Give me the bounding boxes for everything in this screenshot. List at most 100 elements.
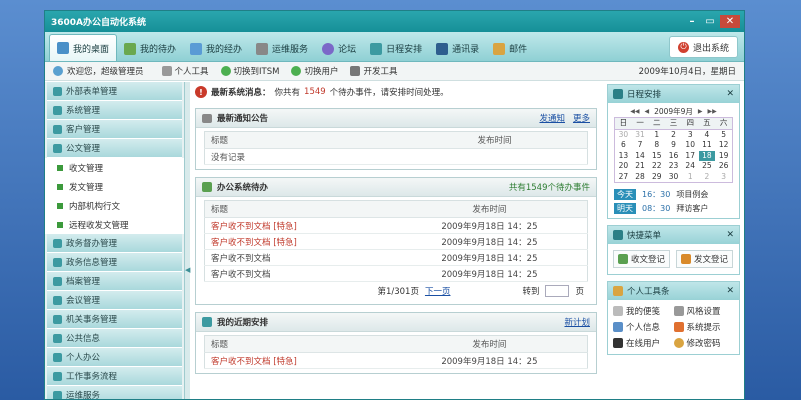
switch-itsm-link[interactable]: 切换到ITSM xyxy=(220,65,279,77)
calendar-day[interactable]: 17 xyxy=(682,151,699,162)
close-button[interactable]: ✕ xyxy=(720,15,740,28)
calendar-day[interactable]: 10 xyxy=(682,140,699,151)
calendar-day[interactable]: 14 xyxy=(632,151,649,162)
sidebar-subitem[interactable]: 发文管理 xyxy=(45,177,184,196)
calendar-day[interactable]: 23 xyxy=(665,161,682,172)
sidebar-item[interactable]: 会议管理 xyxy=(47,291,182,310)
system-tips-link[interactable]: 系统提示 xyxy=(673,321,735,333)
more-link[interactable]: 更多 xyxy=(573,112,590,124)
logout-button[interactable]: ⏻ 退出系统 xyxy=(668,36,738,58)
calendar-day[interactable]: 16 xyxy=(665,151,682,162)
switch-user-link[interactable]: 切换用户 xyxy=(291,65,338,77)
calendar-day[interactable]: 1 xyxy=(682,172,699,183)
table-row[interactable]: 客户收不到文档 2009年9月18日 14：25 xyxy=(204,249,588,266)
table-row[interactable]: 客户收不到文档 2009年9月18日 14：25 xyxy=(204,265,588,282)
sidebar-item[interactable]: 运维服务 xyxy=(47,386,182,399)
calendar-day[interactable]: 2 xyxy=(665,130,682,141)
close-icon[interactable]: ✕ xyxy=(726,89,734,99)
sidebar-item[interactable]: 政务督办管理 xyxy=(47,234,182,253)
prev-year-icon[interactable]: ◀◀ xyxy=(630,108,639,115)
calendar-day[interactable]: 20 xyxy=(615,161,632,172)
sidebar-item[interactable]: 个人办公 xyxy=(47,348,182,367)
sidebar-item[interactable]: 外部表单管理 xyxy=(47,82,182,101)
calendar-day[interactable]: 26 xyxy=(715,161,732,172)
calendar-day[interactable]: 31 xyxy=(632,130,649,141)
close-icon[interactable]: ✕ xyxy=(726,286,734,296)
profile-link[interactable]: 个人信息 xyxy=(613,321,674,333)
receive-register-button[interactable]: 收文登记 xyxy=(613,250,671,268)
tab-mail[interactable]: 邮件 xyxy=(486,36,534,61)
calendar-day[interactable]: 28 xyxy=(632,172,649,183)
sidebar-splitter[interactable]: ◀ xyxy=(185,82,190,399)
table-row[interactable]: 客户收不到文档 [特急] 2009年9月18日 14：25 xyxy=(204,233,588,250)
calendar-day[interactable]: 3 xyxy=(682,130,699,141)
calendar-day[interactable]: 4 xyxy=(699,130,716,141)
tab-schedule[interactable]: 日程安排 xyxy=(363,36,429,61)
sidebar-item[interactable]: 政务信息管理 xyxy=(47,253,182,272)
calendar-day[interactable]: 18 xyxy=(698,150,716,161)
calendar-day[interactable]: 13 xyxy=(615,151,632,162)
tab-desktop[interactable]: 我的桌面 xyxy=(49,34,118,61)
tab-handled[interactable]: 我的经办 xyxy=(183,36,249,61)
sidebar-subitem[interactable]: 收文管理 xyxy=(45,158,184,177)
online-users-link[interactable]: 在线用户 xyxy=(613,337,674,349)
close-icon[interactable]: ✕ xyxy=(726,230,734,240)
calendar-day[interactable]: 22 xyxy=(648,161,665,172)
dev-tools-link[interactable]: 开发工具 xyxy=(350,65,398,77)
style-settings-link[interactable]: 风格设置 xyxy=(673,305,735,317)
calendar-day[interactable]: 11 xyxy=(699,140,716,151)
table-row[interactable]: 客户收不到文档 [特急] 2009年9月18日 14：25 xyxy=(204,352,588,369)
notes-link[interactable]: 我的便笺 xyxy=(613,305,674,317)
tab-forum[interactable]: 论坛 xyxy=(315,36,363,61)
calendar-day[interactable]: 21 xyxy=(632,161,649,172)
schedule-item[interactable]: 今天 16：30 项目例会 xyxy=(614,187,733,201)
calendar-day[interactable]: 6 xyxy=(615,140,632,151)
table-row[interactable]: 客户收不到文档 [特急] 2009年9月18日 14：25 xyxy=(204,217,588,234)
next-page-link[interactable]: 下一页 xyxy=(425,285,451,297)
calendar-day[interactable]: 19 xyxy=(715,151,732,162)
post-notice-link[interactable]: 发通知 xyxy=(539,112,565,124)
tab-ops[interactable]: 运维服务 xyxy=(249,36,315,61)
sidebar-item[interactable]: 公共信息 xyxy=(47,329,182,348)
calendar-day[interactable]: 7 xyxy=(632,140,649,151)
tab-todo[interactable]: 我的待办 xyxy=(117,36,183,61)
next-year-icon[interactable]: ▶▶ xyxy=(708,108,717,115)
calendar-day[interactable]: 5 xyxy=(715,130,732,141)
calendar-day[interactable]: 12 xyxy=(715,140,732,151)
sidebar-item[interactable]: 客户管理 xyxy=(47,120,182,139)
sidebar-item-active[interactable]: 公文管理 xyxy=(47,139,182,158)
calendar-day[interactable]: 8 xyxy=(648,140,665,151)
personal-tools-link[interactable]: 个人工具 xyxy=(161,65,209,77)
next-month-icon[interactable]: ▶ xyxy=(698,108,703,115)
calendar-day[interactable]: 3 xyxy=(715,172,732,183)
change-password-link[interactable]: 修改密码 xyxy=(673,337,735,349)
new-plan-link[interactable]: 新计划 xyxy=(564,316,590,328)
calendar-day[interactable]: 30 xyxy=(665,172,682,183)
todo-summary-link[interactable]: 共有1549个待办事件 xyxy=(509,181,590,193)
calendar-day[interactable]: 24 xyxy=(682,161,699,172)
page-jump-input[interactable] xyxy=(545,285,570,297)
sidebar-subitem[interactable]: 远程收发文管理 xyxy=(45,215,184,234)
doc-in-icon xyxy=(618,254,628,264)
calendar-day[interactable]: 25 xyxy=(699,161,716,172)
calendar-day[interactable]: 27 xyxy=(615,172,632,183)
maximize-button[interactable]: ▭ xyxy=(702,15,718,28)
sidebar-subitem[interactable]: 内部机构行文 xyxy=(45,196,184,215)
sidebar-item[interactable]: 档案管理 xyxy=(47,272,182,291)
tab-contacts[interactable]: 通讯录 xyxy=(429,36,486,61)
sidebar-item[interactable]: 机关事务管理 xyxy=(47,310,182,329)
schedule-item[interactable]: 明天 08：30 拜访客户 xyxy=(614,201,733,215)
prev-month-icon[interactable]: ◀ xyxy=(644,108,649,115)
calendar-day[interactable]: 1 xyxy=(648,130,665,141)
send-register-button[interactable]: 发文登记 xyxy=(676,250,734,268)
calendar-day[interactable]: 30 xyxy=(615,130,632,141)
calendar-day[interactable]: 29 xyxy=(648,172,665,183)
power-icon: ⏻ xyxy=(677,41,689,53)
minimize-button[interactable]: – xyxy=(684,15,700,28)
collapse-arrow-icon[interactable]: ◀ xyxy=(185,266,190,274)
sidebar-item[interactable]: 工作事务流程 xyxy=(47,367,182,386)
calendar-day[interactable]: 9 xyxy=(665,140,682,151)
calendar-day[interactable]: 2 xyxy=(699,172,716,183)
sidebar-item[interactable]: 系统管理 xyxy=(47,101,182,120)
calendar-day[interactable]: 15 xyxy=(648,151,665,162)
